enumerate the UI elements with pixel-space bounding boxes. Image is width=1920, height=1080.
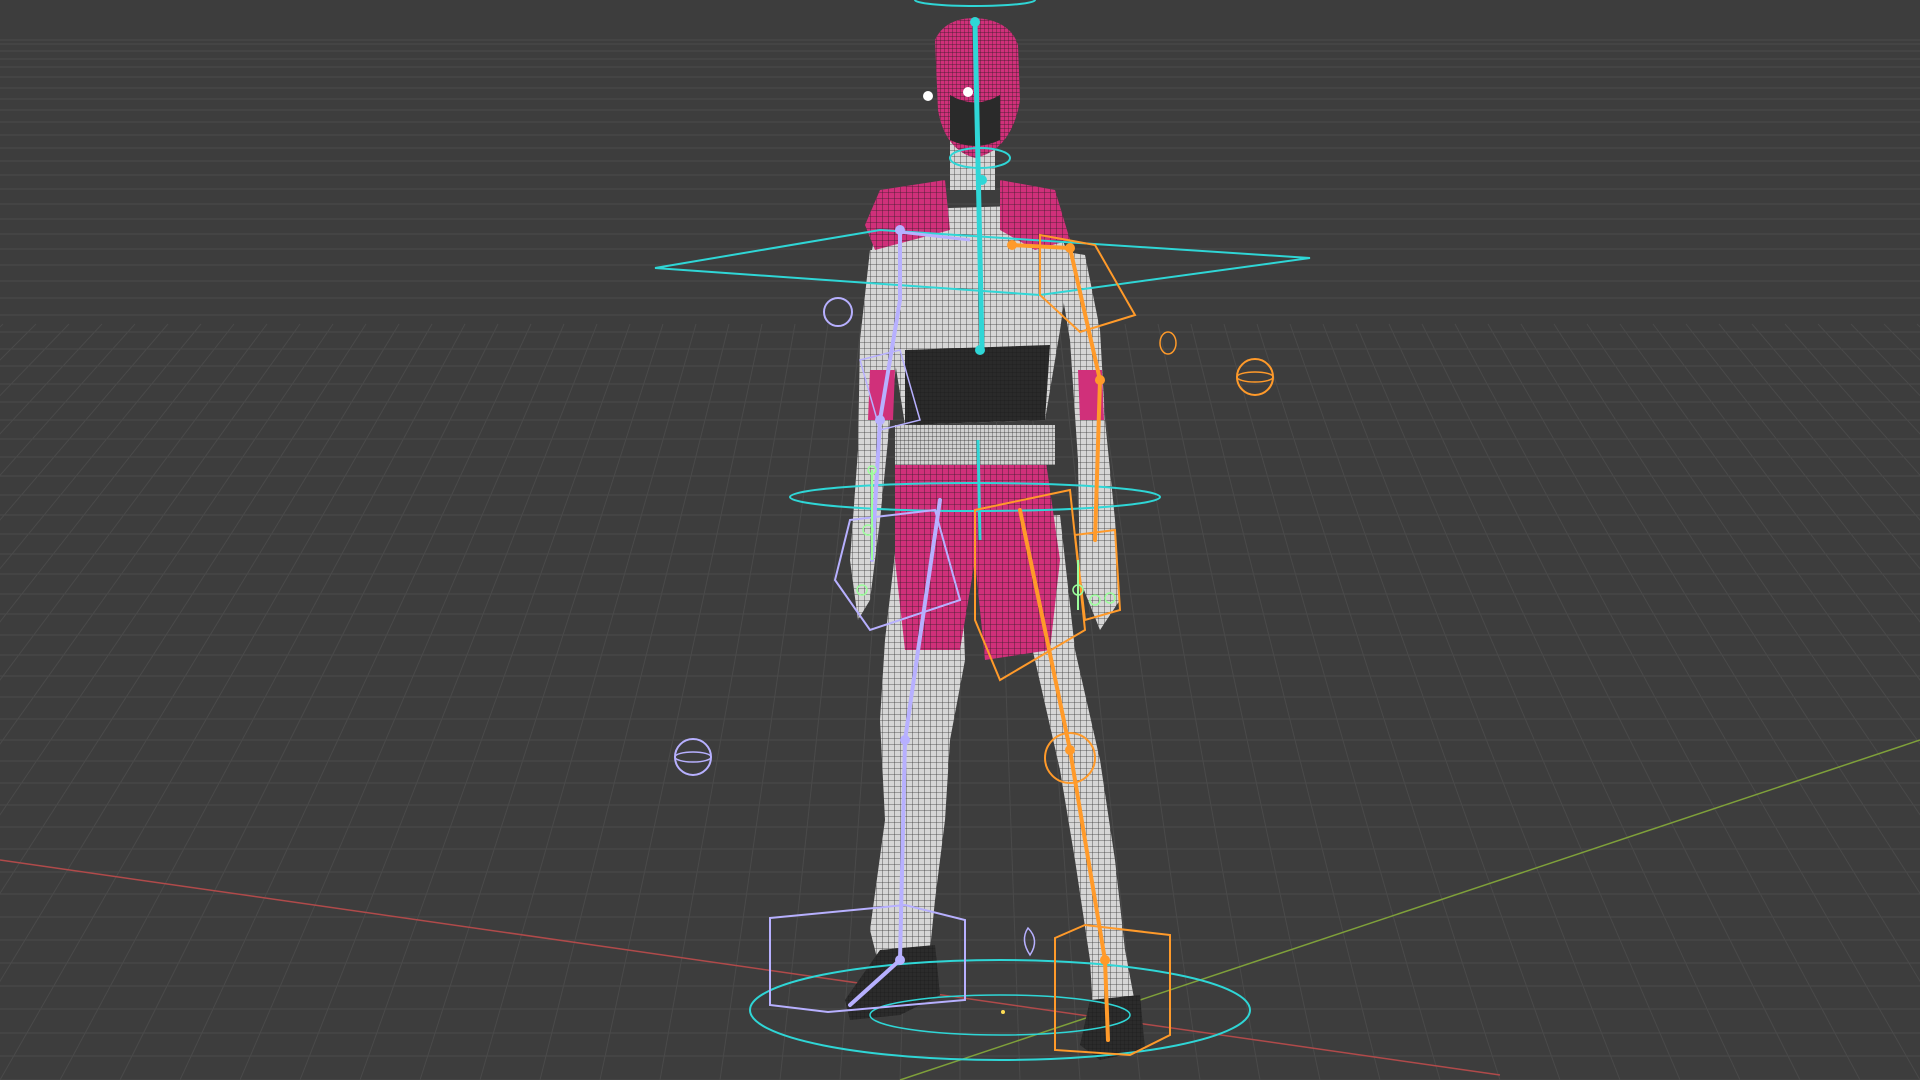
right-elbow-pole[interactable] bbox=[1236, 358, 1274, 396]
scene-origin-marker bbox=[1001, 1010, 1005, 1014]
center-of-mass-marker[interactable] bbox=[1023, 926, 1036, 957]
grid-line bbox=[1421, 323, 1801, 1080]
grid-line bbox=[1850, 323, 1920, 397]
character-mesh[interactable] bbox=[845, 18, 1145, 1060]
grid-line bbox=[1784, 323, 1920, 476]
grid-line bbox=[239, 323, 565, 1080]
grid-line bbox=[599, 323, 763, 1080]
grid-line bbox=[0, 323, 70, 397]
grid-line bbox=[1751, 323, 1920, 521]
grid-line bbox=[0, 323, 367, 895]
grid-line bbox=[1322, 323, 1621, 1080]
grid-line bbox=[0, 323, 301, 745]
grid-line bbox=[479, 323, 697, 1080]
grid-line bbox=[0, 323, 334, 816]
grid-line bbox=[1553, 323, 1920, 895]
grid-line bbox=[119, 323, 499, 1080]
x-axis-line bbox=[0, 859, 1501, 1076]
grid-line bbox=[0, 323, 268, 681]
grid-line bbox=[1487, 323, 1920, 1080]
grid-line bbox=[0, 323, 235, 623]
grid-line bbox=[1520, 323, 1920, 983]
grid-line bbox=[0, 323, 169, 521]
head-top-control[interactable] bbox=[914, 0, 1036, 7]
grid-line bbox=[539, 323, 730, 1080]
grid-line bbox=[1355, 323, 1681, 1080]
grid-line bbox=[1586, 323, 1920, 816]
grid-line bbox=[1454, 323, 1861, 1080]
spine-lower-bone[interactable] bbox=[976, 439, 982, 541]
grid-line bbox=[1223, 323, 1441, 1080]
grid-line bbox=[0, 323, 103, 435]
3d-viewport[interactable] bbox=[0, 0, 1920, 1080]
grid-line bbox=[0, 323, 4, 328]
grid-line bbox=[1190, 323, 1381, 1080]
grid-line bbox=[0, 323, 400, 983]
grid-line bbox=[419, 323, 664, 1080]
grid-line bbox=[719, 323, 829, 1080]
root-control[interactable] bbox=[749, 959, 1251, 1061]
viewport-canvas[interactable] bbox=[0, 0, 1920, 1080]
grid-line bbox=[59, 323, 466, 1080]
left-knee-pole[interactable] bbox=[674, 738, 712, 776]
grid-line bbox=[1256, 323, 1501, 1080]
grid-line bbox=[1652, 323, 1920, 681]
grid-line bbox=[299, 323, 598, 1080]
eye-control-right[interactable] bbox=[963, 87, 973, 97]
grid-line bbox=[1388, 323, 1741, 1080]
eye-control-left[interactable] bbox=[923, 91, 933, 101]
grid-line bbox=[0, 323, 136, 476]
grid-line bbox=[0, 323, 433, 1080]
grid-line bbox=[359, 323, 631, 1080]
grid-line bbox=[1685, 323, 1920, 623]
left-elbow-pole[interactable] bbox=[823, 297, 853, 327]
grid-line bbox=[1619, 323, 1920, 745]
grid-line bbox=[1289, 323, 1561, 1080]
y-axis-line bbox=[899, 739, 1920, 1080]
grid-line bbox=[1817, 323, 1920, 435]
grid-line bbox=[179, 323, 532, 1080]
grid-line bbox=[659, 323, 796, 1080]
grid-line bbox=[779, 323, 862, 1080]
